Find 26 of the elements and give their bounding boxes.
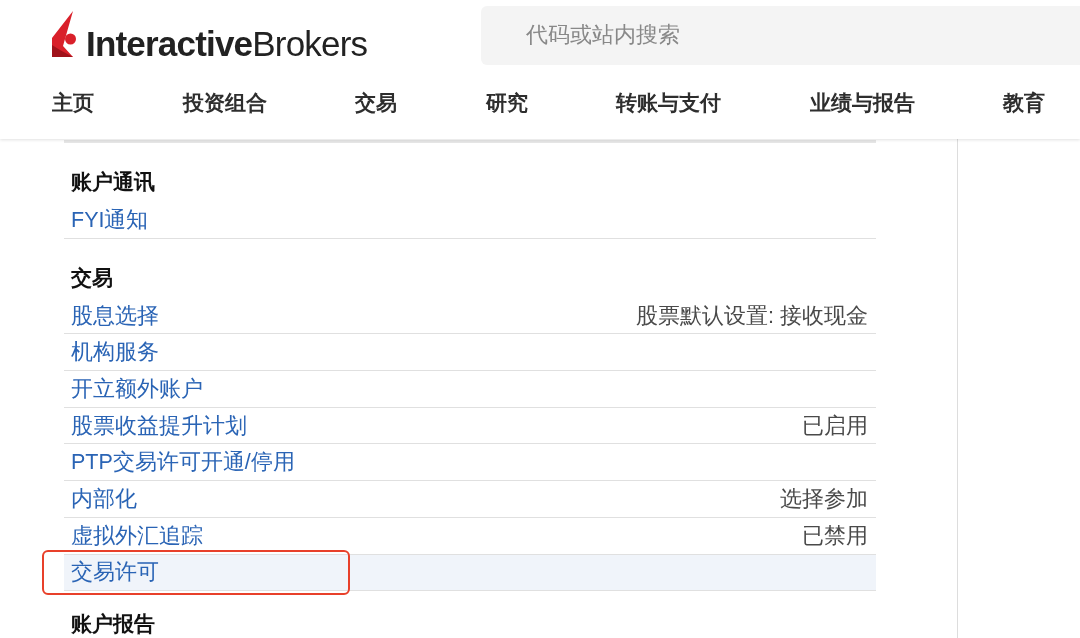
section-heading: 账户通讯 <box>71 171 155 193</box>
setting-link[interactable]: FYI通知 <box>71 206 149 233</box>
nav-item[interactable]: 转账与支付 <box>616 88 721 118</box>
status-text: 选择参加 <box>780 485 868 512</box>
nav-item[interactable]: 研究 <box>485 88 528 118</box>
nav-item[interactable]: 主页 <box>52 88 94 118</box>
setting-link[interactable]: 股票收益提升计划 <box>71 412 247 439</box>
section-heading: 账户报告 <box>71 613 155 636</box>
setting-link[interactable]: 开立额外账户 <box>71 375 203 402</box>
setting-link[interactable]: PTP交易许可开通/停用 <box>71 449 295 476</box>
nav-item[interactable]: 业绩与报告 <box>809 88 915 118</box>
setting-link[interactable]: 虚拟外汇追踪 <box>71 522 203 549</box>
setting-link[interactable]: 内部化 <box>71 485 137 512</box>
status-text: 已启用 <box>802 412 868 439</box>
setting-link[interactable]: 交易许可 <box>71 559 159 586</box>
section-heading: 交易 <box>71 266 113 289</box>
setting-link[interactable]: 机构服务 <box>71 339 159 366</box>
status-text: 已禁用 <box>802 522 868 549</box>
nav-item[interactable]: 交易 <box>355 88 397 118</box>
search-field[interactable]: 代码或站内搜索 <box>481 6 1080 65</box>
logo-icon <box>52 11 76 57</box>
brand-name: InteractiveBrokers <box>86 26 368 61</box>
nav-item[interactable]: 教育 <box>1003 88 1045 118</box>
nav-item[interactable]: 投资组合 <box>182 88 267 118</box>
setting-link[interactable]: 股息选择 <box>71 302 159 329</box>
status-text: 股票默认设置: 接收现金 <box>636 302 868 329</box>
